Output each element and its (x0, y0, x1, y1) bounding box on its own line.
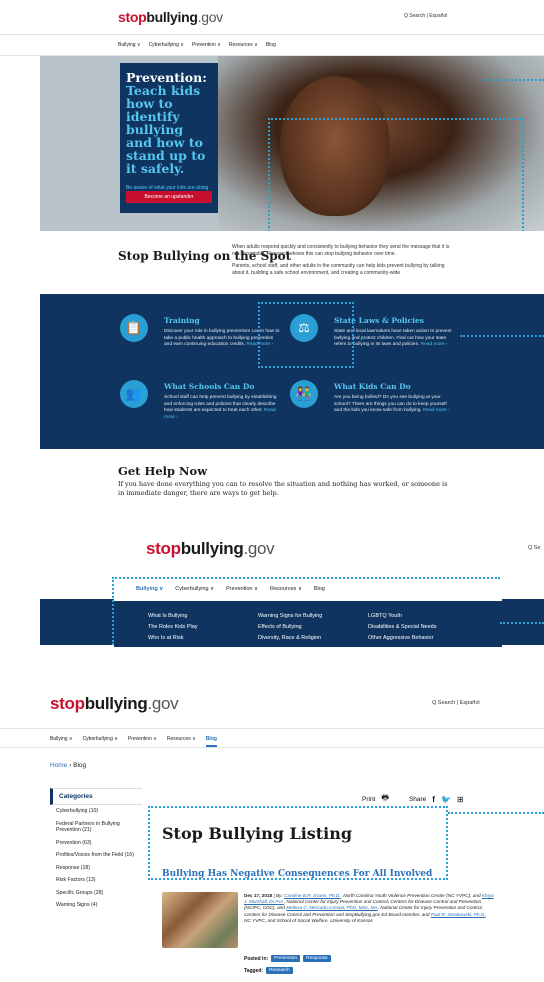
highlight-connector (500, 622, 544, 624)
mega-col-3: LGBTQ Youth Disabilities & Special Needs… (368, 611, 436, 644)
nav-prevention[interactable]: Prevention ∨ (226, 586, 258, 592)
highlight-connector (460, 335, 544, 337)
menu-item[interactable]: Other Aggressive Behavior (368, 633, 436, 644)
category-link[interactable]: Cyberbullying (10) (50, 805, 142, 818)
nav-cyberbullying[interactable]: Cyberbullying ∨ (175, 586, 214, 592)
category-link[interactable]: Specific Groups (28) (50, 887, 142, 900)
main-nav: Bullying ∨ Cyberbullying ∨ Prevention ∨ … (0, 728, 544, 748)
tag-badge[interactable]: Research (266, 967, 293, 974)
become-upstander-button[interactable]: Become an upstander (126, 191, 212, 203)
school-group-icon: 👥 (120, 380, 148, 408)
category-link[interactable]: Warning Signs (4) (50, 899, 142, 912)
search-language-links[interactable]: Q Search | Español (432, 700, 480, 706)
hero-title: Prevention: Teach kids how to identify b… (126, 70, 207, 176)
category-tag[interactable]: Prevention (271, 955, 301, 962)
category-link[interactable]: Risk Factors (13) (50, 874, 142, 887)
chevron-right-icon: › (69, 762, 72, 769)
search-language-links[interactable]: Q Search | Español (404, 13, 447, 19)
get-help-text: If you have done everything you can to r… (118, 480, 448, 497)
page-title: Stop Bullying Listing (162, 824, 353, 843)
feature-panel: 📋 Training Discover your role in bullyin… (40, 294, 544, 449)
highlight-connector (448, 812, 544, 814)
category-link[interactable]: Profiles/Voices from the Field (16) (50, 849, 142, 862)
kids-icon: 👫 (290, 380, 318, 408)
nav-resources[interactable]: Resources ∨ (270, 586, 302, 592)
site-logo[interactable]: stopbullying.gov (50, 694, 179, 714)
highlight-connector (484, 79, 544, 81)
nav-prevention[interactable]: Prevention ∨ (128, 736, 157, 747)
twitter-icon[interactable]: 🐦 (441, 795, 451, 804)
mega-col-1: What Is Bullying The Roles Kids Play Who… (148, 611, 198, 644)
share-box-icon[interactable]: ⊞ (457, 795, 464, 804)
menu-item[interactable]: Who Is at Risk (148, 633, 198, 644)
hero-callout: Prevention: Teach kids how to identify b… (120, 63, 218, 213)
highlight-frame (268, 118, 524, 231)
category-link[interactable]: Prevention (63) (50, 837, 142, 850)
breadcrumb-current: Blog (73, 762, 87, 769)
nav-resources[interactable]: Resources ∨ (167, 736, 196, 747)
post-thumbnail[interactable] (162, 892, 238, 948)
nav-blog[interactable]: Blog (205, 736, 217, 747)
menu-item[interactable]: The Roles Kids Play (148, 622, 198, 633)
posted-in-row: Posted in: Prevention Response (244, 955, 331, 962)
hero-banner: Prevention: Teach kids how to identify b… (40, 56, 544, 231)
category-link[interactable]: Response (18) (50, 862, 142, 875)
author-link[interactable]: Paul R. Smokowski, Ph.D. (431, 912, 486, 917)
site-header: stopbullying.gov Q Search | Español (0, 0, 544, 34)
site-logo[interactable]: stopbullying.gov (118, 9, 223, 25)
nav-resources[interactable]: Resources ∨ (229, 42, 258, 48)
nav-bullying[interactable]: Bullying ∨ (118, 42, 141, 48)
categories-heading: Categories (50, 788, 142, 805)
spot-text: When adults respond quickly and consiste… (232, 244, 450, 276)
highlight-frame (258, 302, 354, 368)
get-help-heading: Get Help Now (118, 464, 208, 478)
menu-item[interactable]: Effects of Bullying (258, 622, 322, 633)
clipboard-icon: 📋 (120, 314, 148, 342)
category-link[interactable]: Federal Partners in Bullying Prevention … (50, 818, 142, 837)
site-logo[interactable]: stopbullying.gov (146, 539, 275, 559)
author-link[interactable]: Caroline B.R. Evans, Ph.D. (284, 893, 341, 898)
menu-item[interactable]: Warning Signs for Bullying (258, 611, 322, 622)
nav-blog[interactable]: Blog (314, 586, 325, 592)
printer-icon[interactable]: 🖶 (381, 792, 389, 806)
search-link[interactable]: Q Se (528, 545, 541, 551)
categories-sidebar: Categories Cyberbullying (10) Federal Pa… (50, 788, 142, 912)
author-link[interactable]: Melissa C. Mercado-Crespo, PhD, MSc, MA (286, 905, 377, 910)
menu-item[interactable]: What Is Bullying (148, 611, 198, 622)
mega-col-2: Warning Signs for Bullying Effects of Bu… (258, 611, 322, 644)
nav-prevention[interactable]: Prevention ∨ (192, 42, 221, 48)
share-label: Share (408, 795, 427, 803)
category-tag[interactable]: Response (303, 955, 331, 962)
menu-item[interactable]: Diversity, Race & Religion (258, 633, 322, 644)
bullying-mega-menu: What Is Bullying The Roles Kids Play Who… (114, 601, 502, 647)
page-tools: Print 🖶 Share f 🐦 ⊞ (362, 792, 464, 806)
nav-cyberbullying[interactable]: Cyberbullying ∨ (83, 736, 118, 747)
main-nav: Bullying ∨ Cyberbullying ∨ Prevention ∨ … (0, 34, 544, 56)
main-nav: Bullying ∨ Cyberbullying ∨ Prevention ∨ … (114, 579, 502, 601)
nav-bullying[interactable]: Bullying ∨ (136, 586, 163, 592)
nav-blog[interactable]: Blog (266, 42, 276, 48)
print-label[interactable]: Print (362, 796, 375, 803)
nav-cyberbullying[interactable]: Cyberbullying ∨ (149, 42, 184, 48)
menu-item[interactable]: LGBTQ Youth (368, 611, 436, 622)
menu-item[interactable]: Disabilities & Special Needs (368, 622, 436, 633)
breadcrumb-home[interactable]: Home (50, 762, 67, 769)
post-title-link[interactable]: Bullying Has Negative Consequences For A… (162, 869, 432, 879)
breadcrumb: Home › Blog (50, 762, 86, 769)
tagged-row: Tagged: Research (244, 967, 293, 974)
nav-bullying[interactable]: Bullying ∨ (50, 736, 73, 747)
post-byline: Dec 17, 2018 | By: Caroline B.R. Evans, … (244, 893, 494, 923)
facebook-icon[interactable]: f (432, 795, 435, 804)
highlight-frame: Bullying ∨ Cyberbullying ∨ Prevention ∨ … (112, 577, 502, 647)
